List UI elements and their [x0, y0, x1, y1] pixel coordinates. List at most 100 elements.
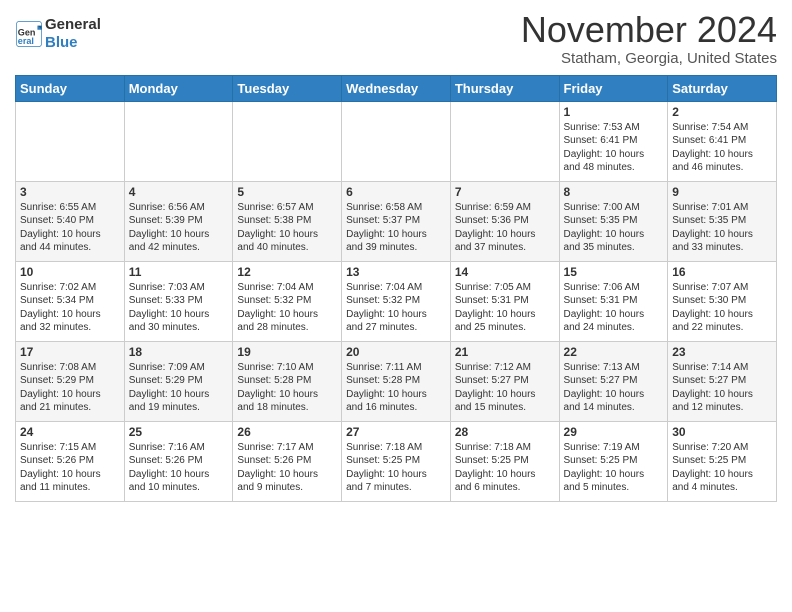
day-content: Sunrise: 7:08 AM Sunset: 5:29 PM Dayligh… — [20, 361, 120, 415]
day-content: Sunrise: 7:20 AM Sunset: 5:25 PM Dayligh… — [672, 441, 772, 495]
day-content: Sunrise: 7:05 AM Sunset: 5:31 PM Dayligh… — [455, 281, 555, 335]
calendar-cell: 23 Sunrise: 7:14 AM Sunset: 5:27 PM Dayli… — [668, 341, 777, 421]
calendar-header-row: SundayMondayTuesdayWednesdayThursdayFrid… — [16, 75, 777, 101]
day-content: Sunrise: 7:02 AM Sunset: 5:34 PM Dayligh… — [20, 281, 120, 335]
title-block: November 2024 Statham, Georgia, United S… — [521, 10, 777, 67]
day-content: Sunrise: 7:17 AM Sunset: 5:26 PM Dayligh… — [237, 441, 337, 495]
calendar-cell — [342, 101, 451, 181]
logo: Gen eral General Blue — [15, 16, 101, 52]
day-content: Sunrise: 7:14 AM Sunset: 5:27 PM Dayligh… — [672, 361, 772, 415]
day-content: Sunrise: 7:18 AM Sunset: 5:25 PM Dayligh… — [455, 441, 555, 495]
day-number: 17 — [20, 345, 120, 359]
calendar-cell: 3 Sunrise: 6:55 AM Sunset: 5:40 PM Daylig… — [16, 181, 125, 261]
calendar-cell: 2Sunrise: 7:54 AM Sunset: 6:41 PM Daylig… — [668, 101, 777, 181]
day-content: Sunrise: 6:55 AM Sunset: 5:40 PM Dayligh… — [20, 201, 120, 255]
day-number: 18 — [129, 345, 229, 359]
calendar-cell: 27Sunrise: 7:18 AM Sunset: 5:25 PM Dayli… — [342, 421, 451, 501]
day-number: 19 — [237, 345, 337, 359]
day-number: 13 — [346, 265, 446, 279]
calendar-week-row: 10 Sunrise: 7:02 AM Sunset: 5:34 PM Dayli… — [16, 261, 777, 341]
page-header: Gen eral General Blue November 2024 Stat… — [15, 10, 777, 67]
day-content: Sunrise: 7:09 AM Sunset: 5:29 PM Dayligh… — [129, 361, 229, 415]
day-number: 12 — [237, 265, 337, 279]
day-header-monday: Monday — [124, 75, 233, 101]
day-content: Sunrise: 7:10 AM Sunset: 5:28 PM Dayligh… — [237, 361, 337, 415]
calendar-cell: 19 Sunrise: 7:10 AM Sunset: 5:28 PM Dayli… — [233, 341, 342, 421]
day-content: Sunrise: 7:19 AM Sunset: 5:25 PM Dayligh… — [564, 441, 664, 495]
calendar-cell: 7Sunrise: 6:59 AM Sunset: 5:36 PM Daylig… — [450, 181, 559, 261]
day-number: 27 — [346, 425, 446, 439]
calendar-table: SundayMondayTuesdayWednesdayThursdayFrid… — [15, 75, 777, 502]
day-content: Sunrise: 7:13 AM Sunset: 5:27 PM Dayligh… — [564, 361, 664, 415]
day-content: Sunrise: 7:12 AM Sunset: 5:27 PM Dayligh… — [455, 361, 555, 415]
calendar-cell: 10 Sunrise: 7:02 AM Sunset: 5:34 PM Dayli… — [16, 261, 125, 341]
day-number: 14 — [455, 265, 555, 279]
day-header-tuesday: Tuesday — [233, 75, 342, 101]
day-content: Sunrise: 7:04 AM Sunset: 5:32 PM Dayligh… — [346, 281, 446, 335]
calendar-cell — [450, 101, 559, 181]
month-title: November 2024 — [521, 10, 777, 50]
day-content: Sunrise: 7:53 AM Sunset: 6:41 PM Dayligh… — [564, 121, 664, 175]
day-number: 3 — [20, 185, 120, 199]
day-content: Sunrise: 7:06 AM Sunset: 5:31 PM Dayligh… — [564, 281, 664, 335]
day-content: Sunrise: 7:15 AM Sunset: 5:26 PM Dayligh… — [20, 441, 120, 495]
day-content: Sunrise: 7:07 AM Sunset: 5:30 PM Dayligh… — [672, 281, 772, 335]
calendar-cell: 16Sunrise: 7:07 AM Sunset: 5:30 PM Dayli… — [668, 261, 777, 341]
calendar-week-row: 17 Sunrise: 7:08 AM Sunset: 5:29 PM Dayli… — [16, 341, 777, 421]
calendar-cell: 12 Sunrise: 7:04 AM Sunset: 5:32 PM Dayli… — [233, 261, 342, 341]
day-number: 24 — [20, 425, 120, 439]
day-number: 29 — [564, 425, 664, 439]
calendar-cell: 4 Sunrise: 6:56 AM Sunset: 5:39 PM Daylig… — [124, 181, 233, 261]
calendar-week-row: 24 Sunrise: 7:15 AM Sunset: 5:26 PM Dayli… — [16, 421, 777, 501]
calendar-cell: 5 Sunrise: 6:57 AM Sunset: 5:38 PM Daylig… — [233, 181, 342, 261]
day-number: 23 — [672, 345, 772, 359]
day-number: 11 — [129, 265, 229, 279]
calendar-cell: 20 Sunrise: 7:11 AM Sunset: 5:28 PM Dayli… — [342, 341, 451, 421]
location-subtitle: Statham, Georgia, United States — [521, 50, 777, 67]
calendar-cell: 25 Sunrise: 7:16 AM Sunset: 5:26 PM Dayli… — [124, 421, 233, 501]
day-content: Sunrise: 7:11 AM Sunset: 5:28 PM Dayligh… — [346, 361, 446, 415]
day-number: 9 — [672, 185, 772, 199]
day-header-saturday: Saturday — [668, 75, 777, 101]
logo-text: General Blue — [45, 16, 101, 52]
day-content: Sunrise: 7:54 AM Sunset: 6:41 PM Dayligh… — [672, 121, 772, 175]
calendar-cell: 26 Sunrise: 7:17 AM Sunset: 5:26 PM Dayli… — [233, 421, 342, 501]
day-content: Sunrise: 7:01 AM Sunset: 5:35 PM Dayligh… — [672, 201, 772, 255]
day-number: 30 — [672, 425, 772, 439]
day-number: 26 — [237, 425, 337, 439]
calendar-cell: 22Sunrise: 7:13 AM Sunset: 5:27 PM Dayli… — [559, 341, 668, 421]
calendar-cell: 24 Sunrise: 7:15 AM Sunset: 5:26 PM Dayli… — [16, 421, 125, 501]
day-number: 4 — [129, 185, 229, 199]
day-number: 15 — [564, 265, 664, 279]
calendar-cell — [124, 101, 233, 181]
calendar-cell: 1Sunrise: 7:53 AM Sunset: 6:41 PM Daylig… — [559, 101, 668, 181]
day-content: Sunrise: 6:56 AM Sunset: 5:39 PM Dayligh… — [129, 201, 229, 255]
calendar-cell: 9 Sunrise: 7:01 AM Sunset: 5:35 PM Daylig… — [668, 181, 777, 261]
calendar-cell: 15 Sunrise: 7:06 AM Sunset: 5:31 PM Dayli… — [559, 261, 668, 341]
svg-text:eral: eral — [18, 36, 34, 46]
day-number: 8 — [564, 185, 664, 199]
day-number: 20 — [346, 345, 446, 359]
day-header-sunday: Sunday — [16, 75, 125, 101]
calendar-cell — [233, 101, 342, 181]
day-content: Sunrise: 7:00 AM Sunset: 5:35 PM Dayligh… — [564, 201, 664, 255]
calendar-cell: 18 Sunrise: 7:09 AM Sunset: 5:29 PM Dayli… — [124, 341, 233, 421]
calendar-cell — [16, 101, 125, 181]
day-content: Sunrise: 7:16 AM Sunset: 5:26 PM Dayligh… — [129, 441, 229, 495]
calendar-cell: 13 Sunrise: 7:04 AM Sunset: 5:32 PM Dayli… — [342, 261, 451, 341]
day-content: Sunrise: 6:58 AM Sunset: 5:37 PM Dayligh… — [346, 201, 446, 255]
day-content: Sunrise: 6:57 AM Sunset: 5:38 PM Dayligh… — [237, 201, 337, 255]
day-content: Sunrise: 6:59 AM Sunset: 5:36 PM Dayligh… — [455, 201, 555, 255]
calendar-cell: 17 Sunrise: 7:08 AM Sunset: 5:29 PM Dayli… — [16, 341, 125, 421]
calendar-cell: 14 Sunrise: 7:05 AM Sunset: 5:31 PM Dayli… — [450, 261, 559, 341]
day-number: 25 — [129, 425, 229, 439]
day-number: 6 — [346, 185, 446, 199]
calendar-cell: 21Sunrise: 7:12 AM Sunset: 5:27 PM Dayli… — [450, 341, 559, 421]
logo-icon: Gen eral — [15, 20, 43, 48]
day-number: 5 — [237, 185, 337, 199]
calendar-cell: 11 Sunrise: 7:03 AM Sunset: 5:33 PM Dayli… — [124, 261, 233, 341]
day-header-thursday: Thursday — [450, 75, 559, 101]
day-number: 10 — [20, 265, 120, 279]
day-content: Sunrise: 7:03 AM Sunset: 5:33 PM Dayligh… — [129, 281, 229, 335]
day-content: Sunrise: 7:04 AM Sunset: 5:32 PM Dayligh… — [237, 281, 337, 335]
